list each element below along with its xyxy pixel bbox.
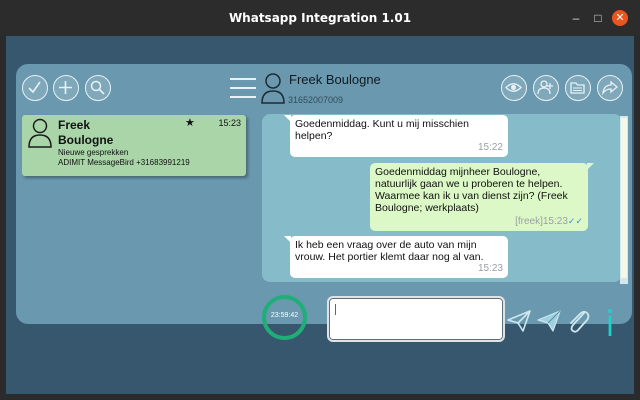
chat-list-item[interactable]: Freek Boulogne ★ 15:23 Nieuwe gesprekken…: [22, 115, 246, 176]
text-caret: [335, 304, 336, 315]
minimize-button[interactable]: –: [568, 10, 584, 26]
forward-button[interactable]: [597, 75, 623, 101]
folder-icon: [570, 82, 585, 94]
message-text: Goedenmiddag. Kunt u mij misschien helpe…: [295, 118, 469, 142]
message-meta: [freek]15:23✓✓: [515, 215, 583, 228]
forward-icon: [602, 80, 618, 96]
contact-number: 31652007009: [288, 95, 344, 105]
attach-icon[interactable]: [565, 307, 591, 335]
chat-item-status: Nieuwe gesprekken: [58, 148, 129, 157]
message-text: Goedenmiddag mijnheer Boulogne, natuurli…: [375, 166, 568, 214]
message-time: 15:23: [542, 216, 568, 227]
info-icon[interactable]: [604, 308, 616, 338]
menu-icon[interactable]: [230, 77, 256, 99]
folder-button[interactable]: [565, 75, 591, 101]
contact-name: Freek Boulogne: [289, 72, 381, 87]
contact-avatar-icon: [261, 73, 285, 104]
session-timer: 23:59:42: [262, 295, 307, 340]
session-timer-value: 23:59:42: [270, 312, 299, 319]
send-outline-icon[interactable]: [506, 308, 532, 334]
message-time: 15:22: [477, 142, 503, 153]
maximize-button[interactable]: □: [590, 10, 606, 26]
chat-item-time: 15:23: [218, 118, 241, 128]
check-button[interactable]: [22, 75, 48, 101]
view-button[interactable]: [501, 75, 527, 101]
send-icon[interactable]: [536, 308, 562, 334]
message-text: Ik heb een vraag over de auto van mijn v…: [295, 239, 484, 263]
message-incoming: Goedenmiddag. Kunt u mij misschien helpe…: [284, 115, 508, 157]
double-check-icon: ✓✓: [567, 216, 583, 226]
star-icon[interactable]: ★: [185, 116, 195, 129]
check-icon: [28, 81, 41, 94]
plus-icon: [59, 81, 72, 94]
chat-avatar-icon: [28, 118, 52, 148]
message-outgoing: Goedenmiddag mijnheer Boulogne, natuurli…: [370, 163, 594, 231]
message-scrollbar-thumb[interactable]: [621, 118, 627, 278]
window-title: Whatsapp Integration 1.01: [228, 11, 412, 25]
eye-icon: [505, 83, 522, 92]
search-icon: [90, 80, 105, 95]
chat-item-name: Freek Boulogne: [58, 118, 114, 147]
message-sender: [freek]: [515, 216, 543, 227]
add-button[interactable]: [53, 75, 79, 101]
add-contact-button[interactable]: [533, 75, 559, 101]
message-incoming: Ik heb een vraag over de auto van mijn v…: [284, 236, 508, 278]
add-contact-icon: [537, 80, 553, 95]
window-titlebar: Whatsapp Integration 1.01 – □ ✕: [0, 0, 640, 36]
message-input[interactable]: [327, 296, 505, 342]
app-body: Freek Boulogne 31652007009 Freek Boulogn…: [6, 36, 634, 394]
chat-item-meta: ADIMIT MessageBird +31683991219: [58, 158, 190, 167]
message-time: 15:23: [477, 263, 503, 274]
search-button[interactable]: [85, 75, 111, 101]
close-button[interactable]: ✕: [612, 10, 628, 26]
